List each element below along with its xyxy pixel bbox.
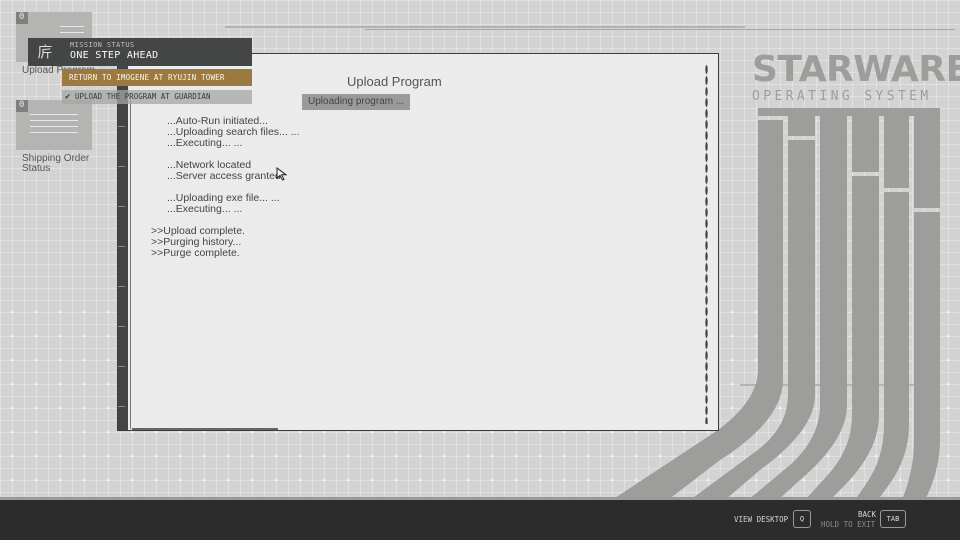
- desktop-icon-label: Shipping Order Status: [22, 153, 90, 174]
- mission-objective-active: RETURN TO IMOGENE AT RYUJIN TOWER: [62, 69, 252, 86]
- terminal-window[interactable]: Upload Program Uploading program ... ...…: [117, 53, 719, 431]
- check-icon: ✔: [65, 92, 71, 102]
- terminal-scrollbar[interactable]: [705, 64, 708, 424]
- terminal-title: Upload Program: [347, 74, 442, 89]
- hold-to-exit-hint: HOLD TO EXIT: [821, 520, 876, 529]
- terminal-status-text: Uploading program ...: [302, 94, 411, 110]
- mission-title: ONE STEP AHEAD: [70, 50, 159, 61]
- bottom-hint-bar: VIEW DESKTOP Q BACK HOLD TO EXIT TAB: [0, 500, 960, 540]
- terminal-line: >>Purge complete.: [151, 247, 240, 259]
- back-hint: BACK: [858, 510, 877, 519]
- terminal-line: ...Executing... ...: [167, 203, 243, 215]
- document-icon: 0: [16, 100, 92, 150]
- terminal-progress-line: [132, 428, 278, 430]
- terminal-divider: [130, 94, 131, 429]
- terminal-line: ...Server access granted: [167, 170, 281, 182]
- mission-objective-completed: ✔ UPLOAD THE PROGRAM AT GUARDIAN: [62, 90, 252, 104]
- mission-status-label: MISSION STATUS: [70, 41, 135, 49]
- terminal-gutter: [118, 54, 128, 430]
- mission-objective-completed-text: UPLOAD THE PROGRAM AT GUARDIAN: [75, 92, 211, 101]
- mission-header: 庍 MISSION STATUS ONE STEP AHEAD: [28, 38, 252, 66]
- terminal-line: ...Executing... ...: [167, 137, 243, 149]
- mission-glyph-icon: 庍: [37, 43, 53, 61]
- back-key[interactable]: TAB: [880, 510, 906, 528]
- view-desktop-hint: VIEW DESKTOP: [734, 515, 789, 524]
- mouse-pointer-icon: [276, 167, 288, 181]
- terminal-output: ...Auto-Run initiated... ...Uploading se…: [151, 116, 671, 259]
- view-desktop-key[interactable]: Q: [793, 510, 811, 528]
